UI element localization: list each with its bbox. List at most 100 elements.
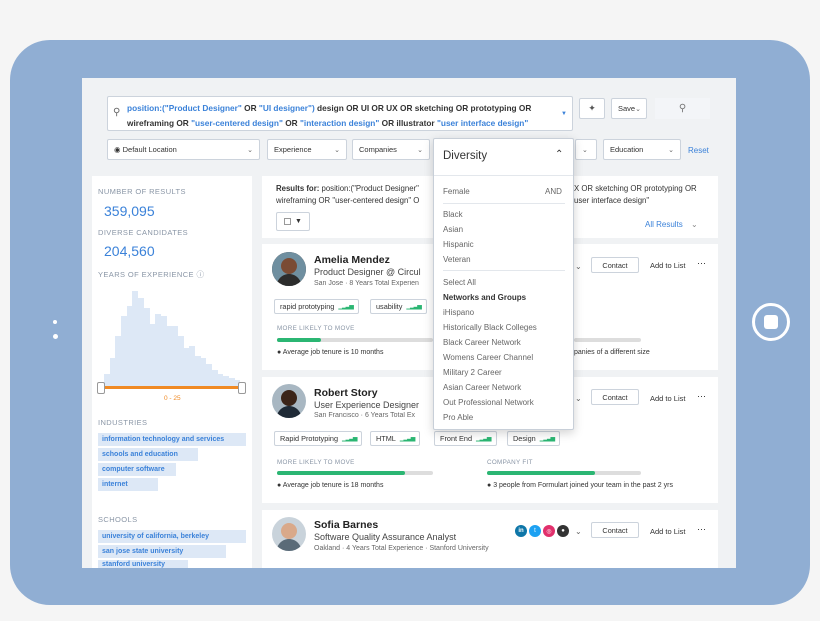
results-query-tail: X OR sketching OR prototyping OR user int… [574, 184, 697, 205]
more-icon[interactable]: ⋯ [697, 258, 706, 269]
group-option[interactable]: Military 2 Career [443, 368, 502, 377]
magic-wand-icon[interactable]: ✦ [579, 98, 605, 119]
divider [434, 175, 573, 176]
skill-tag[interactable]: HTML ▁▂▃▅ [370, 431, 421, 446]
more-icon[interactable]: ⋯ [697, 391, 706, 402]
candidate-name[interactable]: Sofia Barnes [314, 519, 378, 531]
companies-filter[interactable]: Companies ⌄ [352, 139, 430, 160]
add-to-list-button[interactable]: Add to List [650, 261, 685, 270]
move-label: MORE LIKELY TO MOVE [277, 459, 355, 466]
results-query: Results for: position:("Product Designer… [276, 184, 420, 205]
range-slider-track[interactable] [102, 386, 242, 389]
add-to-list-button[interactable]: Add to List [650, 394, 685, 403]
candidate-name[interactable]: Amelia Mendez [314, 254, 390, 266]
camera-dot [53, 320, 57, 324]
tenure-text: ● Average job tenure is 18 months [277, 482, 384, 489]
diversity-option[interactable]: Black [443, 210, 463, 219]
contact-button[interactable]: Contact [591, 389, 639, 405]
info-icon: ⓘ [196, 270, 205, 279]
more-icon[interactable]: ⋯ [697, 524, 706, 535]
skill-tag[interactable]: Rapid Prototyping ▁▂▃▅ [274, 431, 363, 446]
industry-item[interactable]: internet [98, 478, 158, 491]
diverse-count: 204,560 [104, 243, 155, 259]
skill-tag[interactable]: usability ▁▂▃▅ [370, 299, 427, 314]
query-chevron-icon[interactable]: ▼ [561, 111, 567, 117]
hidden-filter[interactable]: ⌄ [575, 139, 597, 160]
diversity-option[interactable]: Hispanic [443, 240, 474, 249]
school-item[interactable]: university of california, berkeley [98, 530, 246, 543]
group-option[interactable]: Asian Career Network [443, 383, 521, 392]
reset-link[interactable]: Reset [688, 146, 709, 155]
social-links: in t ◎ ● [515, 525, 569, 537]
home-button[interactable] [752, 303, 790, 341]
search-query: position:("Product Designer" OR "UI desi… [127, 103, 532, 128]
schools-label: SCHOOLS [98, 515, 138, 524]
school-item[interactable]: stanford university [98, 560, 188, 568]
group-option[interactable]: Out Professional Network [443, 398, 534, 407]
industry-item[interactable]: schools and education [98, 448, 198, 461]
tenure-text: ● Average job tenure is 10 months [277, 349, 384, 356]
avatar[interactable] [272, 517, 306, 551]
contact-button[interactable]: Contact [591, 257, 639, 273]
candidate-meta: San Francisco · 6 Years Total Ex [314, 412, 416, 419]
location-filter[interactable]: ◉ Default Location ⌄ [107, 139, 260, 160]
move-bar-fill [277, 471, 405, 475]
diversity-title: Diversity [443, 150, 488, 162]
group-option[interactable]: Black Career Network [443, 338, 521, 347]
contact-button[interactable]: Contact [591, 522, 639, 538]
candidate-meta: Oakland · 4 Years Total Experience · Sta… [314, 545, 489, 552]
sensor-dot [53, 334, 58, 339]
diversity-dropdown[interactable]: Diversity ⌃ Female AND Black Asian Hispa… [433, 138, 574, 430]
group-option[interactable]: Historically Black Colleges [443, 323, 537, 332]
education-filter[interactable]: Education ⌄ [603, 139, 681, 160]
skill-tag[interactable]: Design ▁▂▃▅ [507, 431, 561, 446]
search-icon: ⚲ [678, 103, 687, 114]
industry-item[interactable]: information technology and services [98, 433, 246, 446]
results-count: 359,095 [104, 203, 155, 219]
diversity-option[interactable]: Veteran [443, 255, 471, 264]
search-button[interactable]: ⚲ [655, 98, 710, 119]
group-option[interactable]: iHispano [443, 308, 474, 317]
select-all-checkbox[interactable]: ▼ [276, 212, 310, 231]
group-option[interactable]: Pro Able [443, 413, 473, 422]
linkedin-icon[interactable]: in [515, 525, 527, 537]
avatar[interactable] [272, 252, 306, 286]
candidate-title: Software Quality Assurance Analyst [314, 532, 457, 542]
fit-text: ● 3 people from Formulart joined your te… [487, 482, 673, 489]
add-to-list-button[interactable]: Add to List [650, 527, 685, 536]
select-all-option[interactable]: Select All [443, 278, 476, 287]
avatar[interactable] [272, 384, 306, 418]
candidate-name[interactable]: Robert Story [314, 387, 378, 399]
experience-histogram [104, 286, 241, 386]
location-pin-icon: ◉ [114, 145, 121, 154]
industry-item[interactable]: computer software [98, 463, 176, 476]
range-handle-min[interactable] [97, 382, 105, 394]
industries-label: INDUSTRIES [98, 418, 148, 427]
skill-tag[interactable]: Front End ▁▂▃▅ [434, 431, 497, 446]
group-option[interactable]: Womens Career Channel [443, 353, 533, 362]
networks-header: Networks and Groups [443, 293, 527, 302]
skill-tag[interactable]: rapid prototyping ▁▂▃▅ [274, 299, 359, 314]
instagram-icon[interactable]: ◎ [543, 525, 555, 537]
github-icon[interactable]: ● [557, 525, 569, 537]
social-chevron-icon[interactable]: ⌄ [575, 527, 582, 536]
diversity-option[interactable]: Asian [443, 225, 463, 234]
save-button[interactable]: Save ⌄ [611, 98, 647, 119]
years-label: YEARS OF EXPERIENCE ⓘ [98, 270, 205, 279]
collapse-chevron-icon[interactable]: ⌃ [555, 149, 563, 160]
social-chevron-icon[interactable]: ⌄ [575, 394, 582, 403]
range-handle-max[interactable] [238, 382, 246, 394]
and-toggle[interactable]: AND [545, 187, 562, 196]
experience-filter[interactable]: Experience ⌄ [267, 139, 347, 160]
all-results-dropdown[interactable]: All Results ⌄ [645, 220, 698, 229]
school-item[interactable]: san jose state university [98, 545, 226, 558]
twitter-icon[interactable]: t [529, 525, 541, 537]
divider [443, 270, 565, 271]
search-icon: ⚲ [113, 107, 121, 118]
social-chevron-icon[interactable]: ⌄ [575, 262, 582, 271]
candidate-title: Product Designer @ Circul [314, 267, 421, 277]
diversity-option-female[interactable]: Female [443, 187, 470, 196]
range-label: 0 - 25 [164, 395, 181, 402]
divider [443, 203, 565, 204]
move-bar-fill [277, 338, 321, 342]
